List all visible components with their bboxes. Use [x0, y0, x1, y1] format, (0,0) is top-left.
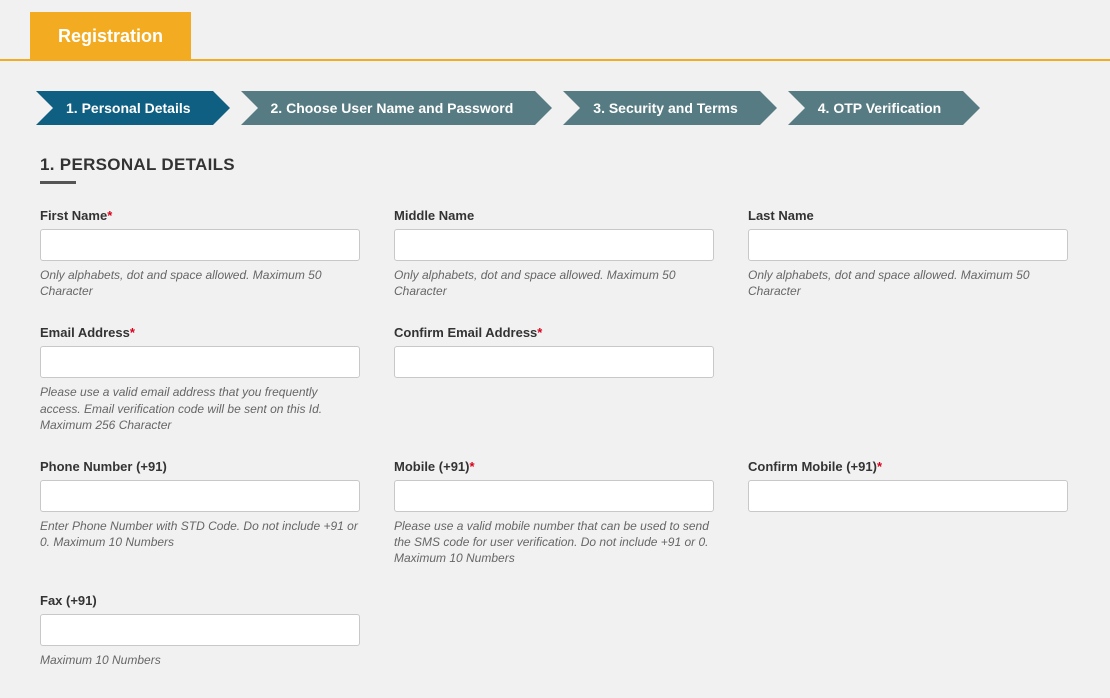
- last-name-label: Last Name: [748, 208, 1068, 223]
- confirm-mobile-input[interactable]: [748, 480, 1068, 512]
- field-middle-name: Middle Name Only alphabets, dot and spac…: [394, 208, 714, 299]
- middle-name-hint: Only alphabets, dot and space allowed. M…: [394, 267, 714, 299]
- field-phone: Phone Number (+91) Enter Phone Number wi…: [40, 459, 360, 550]
- step-username-password[interactable]: 2. Choose User Name and Password: [241, 91, 536, 125]
- first-name-label-text: First Name: [40, 208, 107, 223]
- email-input[interactable]: [40, 346, 360, 378]
- last-name-input[interactable]: [748, 229, 1068, 261]
- required-asterisk: *: [470, 459, 475, 474]
- field-confirm-email: Confirm Email Address*: [394, 325, 714, 378]
- required-asterisk: *: [537, 325, 542, 340]
- confirm-email-input[interactable]: [394, 346, 714, 378]
- mobile-label-text: Mobile (+91): [394, 459, 470, 474]
- middle-name-input[interactable]: [394, 229, 714, 261]
- middle-name-label: Middle Name: [394, 208, 714, 223]
- mobile-input[interactable]: [394, 480, 714, 512]
- field-email: Email Address* Please use a valid email …: [40, 325, 360, 433]
- confirm-mobile-label: Confirm Mobile (+91)*: [748, 459, 1068, 474]
- required-asterisk: *: [130, 325, 135, 340]
- confirm-email-label-text: Confirm Email Address: [394, 325, 537, 340]
- section-heading: 1. PERSONAL DETAILS: [40, 155, 1110, 184]
- first-name-label: First Name*: [40, 208, 360, 223]
- page-title-tab: Registration: [30, 12, 191, 61]
- field-last-name: Last Name Only alphabets, dot and space …: [748, 208, 1068, 299]
- phone-label: Phone Number (+91): [40, 459, 360, 474]
- step-personal-details[interactable]: 1. Personal Details: [36, 91, 213, 125]
- first-name-input[interactable]: [40, 229, 360, 261]
- fax-label: Fax (+91): [40, 593, 360, 608]
- fax-input[interactable]: [40, 614, 360, 646]
- confirm-email-label: Confirm Email Address*: [394, 325, 714, 340]
- phone-hint: Enter Phone Number with STD Code. Do not…: [40, 518, 360, 550]
- field-mobile: Mobile (+91)* Please use a valid mobile …: [394, 459, 714, 567]
- first-name-hint: Only alphabets, dot and space allowed. M…: [40, 267, 360, 299]
- last-name-hint: Only alphabets, dot and space allowed. M…: [748, 267, 1068, 299]
- field-first-name: First Name* Only alphabets, dot and spac…: [40, 208, 360, 299]
- fax-hint: Maximum 10 Numbers: [40, 652, 360, 668]
- email-label: Email Address*: [40, 325, 360, 340]
- required-asterisk: *: [877, 459, 882, 474]
- email-hint: Please use a valid email address that yo…: [40, 384, 360, 433]
- field-fax: Fax (+91) Maximum 10 Numbers: [40, 593, 360, 668]
- wizard-steps: 1. Personal Details 2. Choose User Name …: [0, 61, 1110, 125]
- mobile-hint: Please use a valid mobile number that ca…: [394, 518, 714, 567]
- phone-input[interactable]: [40, 480, 360, 512]
- field-confirm-mobile: Confirm Mobile (+91)*: [748, 459, 1068, 512]
- mobile-label: Mobile (+91)*: [394, 459, 714, 474]
- confirm-mobile-label-text: Confirm Mobile (+91): [748, 459, 877, 474]
- email-label-text: Email Address: [40, 325, 130, 340]
- required-asterisk: *: [107, 208, 112, 223]
- step-otp-verification[interactable]: 4. OTP Verification: [788, 91, 963, 125]
- step-security-terms[interactable]: 3. Security and Terms: [563, 91, 759, 125]
